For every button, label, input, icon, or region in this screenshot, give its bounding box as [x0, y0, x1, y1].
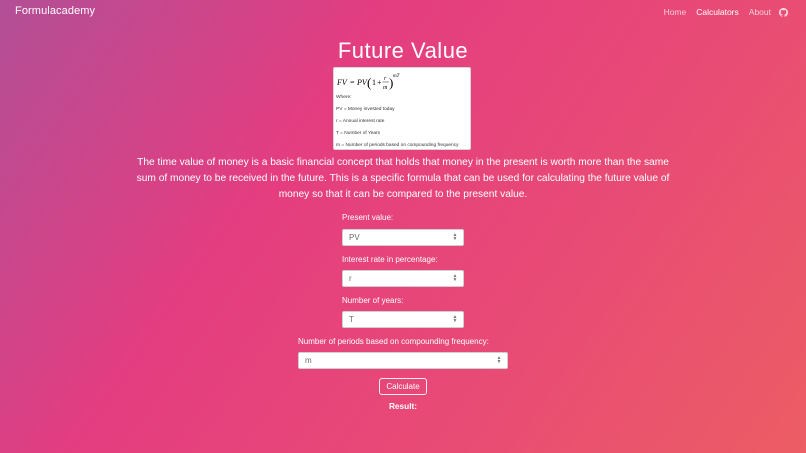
formula-def-t: T = Number of Years — [336, 131, 381, 136]
formula-m: m — [383, 85, 388, 91]
intro-paragraph: The time value of money is a basic finan… — [136, 157, 670, 200]
years-input[interactable] — [342, 311, 464, 328]
navbar: Formulacademy Home Calculators About — [0, 0, 806, 26]
formula-exponent: mT — [393, 74, 401, 79]
interest-rate-label: Interest rate in percentage: — [342, 255, 438, 264]
formula-def-r: r = Annual interest rate — [336, 119, 385, 124]
nav-link-home[interactable]: Home — [664, 7, 687, 17]
formula-fv: FV — [336, 78, 348, 87]
formula-equals: = — [350, 78, 355, 87]
brand-logo[interactable]: Formulacademy — [15, 5, 95, 17]
years-stepper[interactable]: ▲ ▼ — [452, 315, 458, 324]
page-title: Future Value — [337, 38, 469, 63]
periods-input[interactable] — [298, 352, 508, 369]
formula-card: FV = PV ( 1 + r m ) mT Where: PV = Money… — [333, 67, 471, 150]
present-value-stepper[interactable]: ▲ ▼ — [452, 233, 458, 242]
nav-menu: Home Calculators About — [654, 7, 788, 17]
formula-def-m: m = Number of periods based on compoundi… — [336, 143, 459, 148]
result-label: Result: — [388, 401, 418, 411]
present-value-label: Present value: — [342, 213, 394, 222]
formula-one: 1 — [372, 78, 376, 87]
periods-label: Number of periods based on compounding f… — [298, 337, 489, 346]
present-value-input[interactable] — [342, 229, 464, 246]
formula-r: r — [384, 76, 387, 82]
github-icon[interactable] — [779, 7, 788, 17]
calculate-button[interactable]: Calculate — [379, 378, 427, 395]
nav-link-calculators[interactable]: Calculators — [696, 7, 739, 17]
formula-equation: FV = PV ( 1 + r m ) mT — [336, 74, 401, 91]
formula-where: Where: — [336, 95, 352, 100]
periods-stepper[interactable]: ▲ ▼ — [496, 356, 502, 365]
formula-def-pv: PV = Money invested today — [336, 107, 395, 112]
svg-text:(: ( — [367, 75, 371, 90]
years-label: Number of years: — [342, 296, 404, 305]
interest-rate-stepper[interactable]: ▲ ▼ — [452, 274, 458, 283]
nav-link-about[interactable]: About — [749, 7, 771, 17]
interest-rate-input[interactable] — [342, 270, 464, 287]
formula-plus: + — [377, 78, 382, 87]
